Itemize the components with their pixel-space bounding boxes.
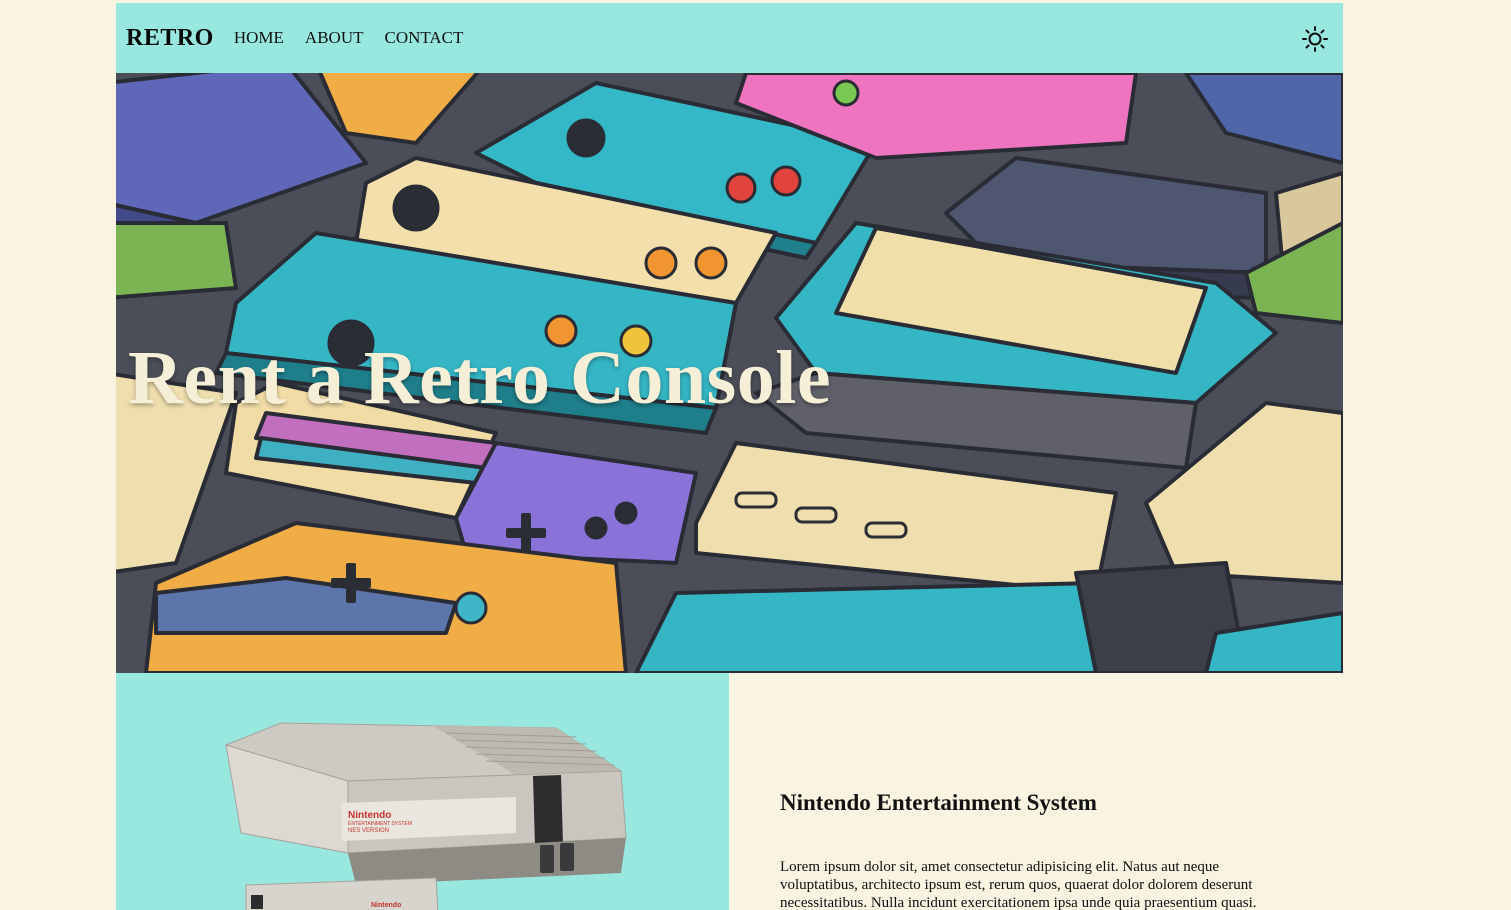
product-description: Lorem ipsum dolor sit, amet consectetur … (780, 859, 1257, 910)
page: RETRO HOME ABOUT CONTACT Rent a Retro Co… (0, 0, 1511, 910)
sun-icon (1302, 26, 1328, 52)
nav-link-contact[interactable]: CONTACT (384, 28, 463, 48)
product-image-panel: Nintendo ENTERTAINMENT SYSTEM NES VERSIO… (116, 673, 729, 910)
product-info: Nintendo Entertainment System Lorem ipsu… (780, 790, 1300, 910)
nes-line-text: ENTERTAINMENT SYSTEM (348, 821, 412, 827)
navbar: RETRO HOME ABOUT CONTACT (116, 3, 1343, 73)
product-title: Nintendo Entertainment System (780, 790, 1097, 815)
nes-brand-text: Nintendo (348, 810, 391, 821)
nav-link-about[interactable]: ABOUT (305, 28, 364, 48)
hero-title: Rent a Retro Console (128, 336, 832, 420)
controller-brand-text: Nintendo (371, 902, 401, 909)
nav-link-home[interactable]: HOME (234, 28, 284, 48)
nes-version-text: NES VERSION (348, 828, 389, 834)
brand-logo[interactable]: RETRO (126, 25, 214, 52)
hero-banner: Rent a Retro Console (116, 73, 1343, 673)
nes-console-image: Nintendo ENTERTAINMENT SYSTEM NES VERSIO… (224, 722, 627, 910)
theme-toggle-button[interactable] (1301, 25, 1329, 53)
